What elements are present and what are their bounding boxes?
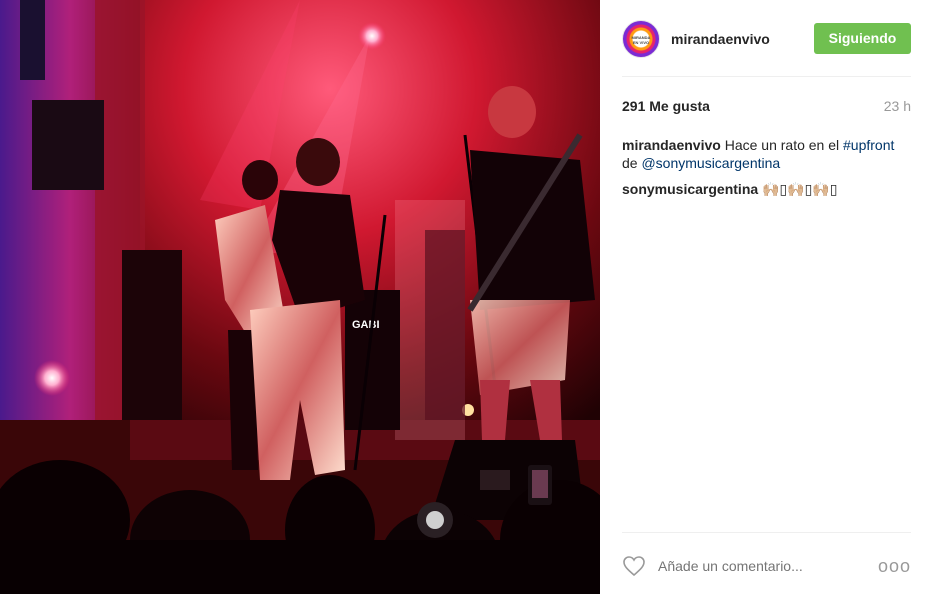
heart-icon[interactable] [622, 555, 646, 577]
post-header: MIRANDA EN VIVO mirandaenvivo Siguiendo [622, 17, 911, 61]
more-options-button[interactable]: ooo [878, 557, 911, 575]
reply-username[interactable]: sonymusicargentina [622, 181, 758, 197]
footer-divider [622, 532, 911, 533]
post-photo[interactable]: GABI [0, 0, 600, 594]
caption-comment: mirandaenvivo Hace un rato en el #upfron… [622, 136, 911, 172]
caption-text-2: de [622, 155, 642, 171]
header-divider [622, 76, 911, 77]
instagram-post: GABI MIRANDA EN VIVO mirandaenvivo Sigui… [0, 0, 929, 594]
likes-row: 291 Me gusta 23 h [622, 98, 911, 116]
caption-username[interactable]: mirandaenvivo [622, 137, 721, 153]
stage-sign: GABI [352, 319, 380, 331]
likes-count[interactable]: 291 Me gusta [622, 98, 710, 114]
concert-photo: GABI [0, 0, 600, 594]
post-timestamp[interactable]: 23 h [884, 98, 911, 114]
comments-list: mirandaenvivo Hace un rato en el #upfron… [622, 136, 911, 206]
username-link[interactable]: mirandaenvivo [671, 31, 770, 47]
post-sidebar: MIRANDA EN VIVO mirandaenvivo Siguiendo … [600, 0, 929, 594]
reply-comment: sonymusicargentina 🙌🏼▯🙌🏼▯🙌🏼▯ [622, 180, 911, 198]
avatar-logo-text: MIRANDA EN VIVO [631, 35, 651, 45]
caption-text-1: Hace un rato en el [720, 137, 844, 153]
following-button[interactable]: Siguiendo [814, 23, 911, 54]
comment-input[interactable] [658, 558, 858, 574]
hashtag-link[interactable]: #upfront [843, 137, 894, 153]
mention-link[interactable]: @sonymusicargentina [641, 155, 780, 171]
avatar[interactable]: MIRANDA EN VIVO [622, 20, 660, 58]
add-comment-row: ooo [622, 553, 911, 579]
reply-text: 🙌🏼▯🙌🏼▯🙌🏼▯ [758, 181, 838, 197]
